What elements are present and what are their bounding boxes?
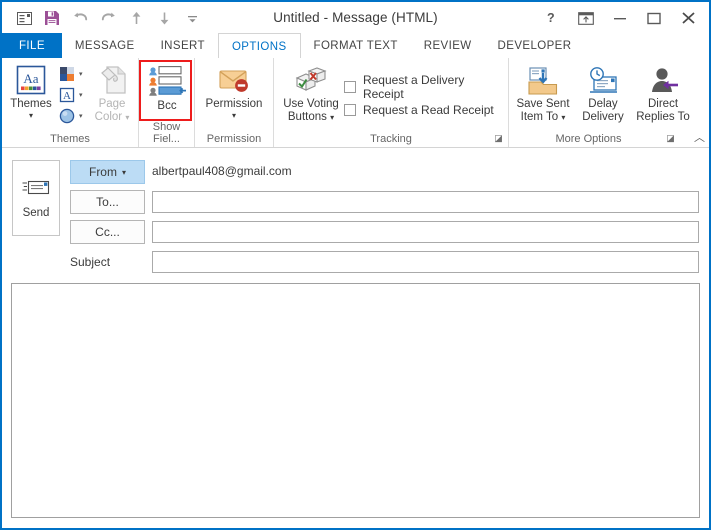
delivery-receipt-checkbox-row[interactable]: Request a Delivery Receipt xyxy=(344,73,508,101)
theme-fonts-button[interactable]: A ▾ xyxy=(57,85,83,104)
window-controls: ? xyxy=(535,6,705,30)
themes-button-label: Themes xyxy=(10,98,52,110)
minimize-icon[interactable] xyxy=(603,6,637,30)
permission-button-label: Permission xyxy=(205,98,263,110)
cc-button-label: Cc... xyxy=(95,225,120,239)
theme-effects-button[interactable]: ▾ xyxy=(57,106,83,125)
bcc-button[interactable]: Bcc xyxy=(139,64,195,113)
bcc-icon xyxy=(147,64,187,98)
page-color-icon xyxy=(96,62,128,96)
theme-effects-icon xyxy=(57,106,76,125)
tab-format-text[interactable]: FORMAT TEXT xyxy=(301,33,411,58)
to-button[interactable]: To... xyxy=(70,190,145,214)
tab-insert[interactable]: INSERT xyxy=(148,33,218,58)
subject-input[interactable] xyxy=(152,251,699,273)
from-button[interactable]: From ▾ xyxy=(70,160,145,184)
themes-button[interactable]: Aa Themes ▾ xyxy=(6,62,56,120)
to-button-label: To... xyxy=(96,195,119,209)
close-icon[interactable] xyxy=(671,6,705,30)
page-color-button[interactable]: Page Color ▾ xyxy=(88,62,136,124)
read-receipt-label: Request a Read Receipt xyxy=(363,103,494,117)
delivery-receipt-checkbox[interactable] xyxy=(344,81,356,93)
page-color-caret-icon[interactable]: ▾ xyxy=(125,113,129,122)
save-sent-item-to-button[interactable]: Save Sent Item To ▾ xyxy=(513,62,573,124)
send-button-label: Send xyxy=(22,206,50,219)
title-bar: Untitled - Message (HTML) ? xyxy=(2,2,709,33)
maximize-icon[interactable] xyxy=(637,6,671,30)
from-value: albertpaul408@gmail.com xyxy=(152,164,292,178)
use-voting-caret-icon[interactable]: ▾ xyxy=(330,113,334,122)
direct-replies-label-line2: Replies To xyxy=(636,110,690,123)
collapse-ribbon-icon[interactable]: ︿ xyxy=(694,129,705,145)
read-receipt-checkbox-row[interactable]: Request a Read Receipt xyxy=(344,103,494,117)
theme-fonts-icon: A xyxy=(57,85,76,104)
delivery-receipt-label: Request a Delivery Receipt xyxy=(362,73,465,101)
svg-text:?: ? xyxy=(547,11,555,25)
to-input[interactable] xyxy=(152,191,699,213)
from-button-label: From xyxy=(88,165,117,179)
send-button[interactable]: Send xyxy=(12,160,60,236)
theme-colors-icon xyxy=(57,64,76,83)
theme-effects-caret-icon[interactable]: ▾ xyxy=(79,112,83,120)
tracking-dialog-launcher-icon[interactable]: ◪ xyxy=(493,133,504,144)
ribbon-group-label-permission: Permission xyxy=(206,133,262,145)
send-icon xyxy=(22,178,50,203)
use-voting-label-line2: Buttons xyxy=(287,110,327,123)
save-sent-item-icon xyxy=(526,62,560,96)
ribbon-display-options-icon[interactable] xyxy=(569,6,603,30)
theme-colors-button[interactable]: ▾ xyxy=(57,64,83,83)
tab-review[interactable]: REVIEW xyxy=(411,33,485,58)
theme-colors-caret-icon[interactable]: ▾ xyxy=(79,70,83,78)
ribbon-group-more-options: Save Sent Item To ▾ Delay Delivery Direc… xyxy=(509,58,698,147)
ribbon-group-themes: Aa Themes ▾ ▾ A ▾ ▾ Page Color ▾ Themes xyxy=(2,58,139,147)
help-icon[interactable]: ? xyxy=(535,6,569,30)
use-voting-label-line1: Use Voting xyxy=(283,98,339,110)
save-sent-caret-icon[interactable]: ▾ xyxy=(561,113,565,122)
use-voting-buttons-button[interactable]: Use Voting Buttons ▾ xyxy=(280,62,342,124)
tab-message[interactable]: MESSAGE xyxy=(62,33,148,58)
direct-replies-to-button[interactable]: Direct Replies To xyxy=(632,62,694,123)
ribbon-group-show-fields: Bcc Show Fiel... xyxy=(139,58,195,147)
permission-button[interactable]: Permission ▾ xyxy=(199,62,269,120)
ribbon-group-label-more-options: More Options xyxy=(555,133,622,145)
delay-delivery-button[interactable]: Delay Delivery xyxy=(574,62,632,123)
ribbon-group-label-themes: Themes xyxy=(50,133,90,145)
ribbon-group-permission: Permission ▾ Permission xyxy=(195,58,274,147)
themes-icon: Aa xyxy=(15,62,47,96)
voting-buttons-icon xyxy=(293,62,329,96)
themes-caret-icon[interactable]: ▾ xyxy=(29,111,33,120)
save-sent-label-line2: Item To xyxy=(520,110,559,123)
ribbon-group-tracking: Use Voting Buttons ▾ Request a Delivery … xyxy=(274,58,509,147)
permission-caret-icon[interactable]: ▾ xyxy=(232,111,236,120)
ribbon-group-label-tracking: Tracking xyxy=(370,133,412,145)
tab-developer[interactable]: DEVELOPER xyxy=(485,33,585,58)
more-options-dialog-launcher-icon[interactable]: ◪ xyxy=(665,133,676,144)
from-caret-icon[interactable]: ▾ xyxy=(122,168,126,177)
delay-delivery-label-line2: Delivery xyxy=(582,110,624,123)
save-sent-label-line1: Save Sent xyxy=(516,98,570,110)
tab-options[interactable]: OPTIONS xyxy=(217,33,301,59)
tab-file[interactable]: FILE xyxy=(2,33,62,58)
direct-replies-icon xyxy=(646,62,680,96)
subject-label: Subject xyxy=(70,255,111,269)
message-header: Send From ▾ albertpaul408@gmail.com To..… xyxy=(2,148,709,279)
cc-input[interactable] xyxy=(152,221,699,243)
svg-text:A: A xyxy=(63,90,71,102)
delay-delivery-icon xyxy=(586,62,620,96)
svg-text:Aa: Aa xyxy=(23,71,38,86)
theme-fonts-caret-icon[interactable]: ▾ xyxy=(79,91,83,99)
direct-replies-label-line1: Direct xyxy=(647,98,679,110)
cc-button[interactable]: Cc... xyxy=(70,220,145,244)
ribbon: Aa Themes ▾ ▾ A ▾ ▾ Page Color ▾ Themes … xyxy=(2,58,709,148)
delay-delivery-label-line1: Delay xyxy=(588,98,618,110)
page-color-label-line2: Color xyxy=(94,110,123,123)
message-body[interactable] xyxy=(11,283,700,518)
read-receipt-checkbox[interactable] xyxy=(344,104,356,116)
ribbon-tabs: FILE MESSAGE INSERT OPTIONS FORMAT TEXT … xyxy=(2,33,709,59)
permission-icon xyxy=(216,62,252,96)
message-window: Untitled - Message (HTML) ? FILE MESSAGE… xyxy=(0,0,711,530)
page-color-label-line1: Page xyxy=(98,98,126,110)
ribbon-group-label-show-fields: Show Fiel... xyxy=(152,121,181,145)
bcc-button-label: Bcc xyxy=(157,100,177,112)
